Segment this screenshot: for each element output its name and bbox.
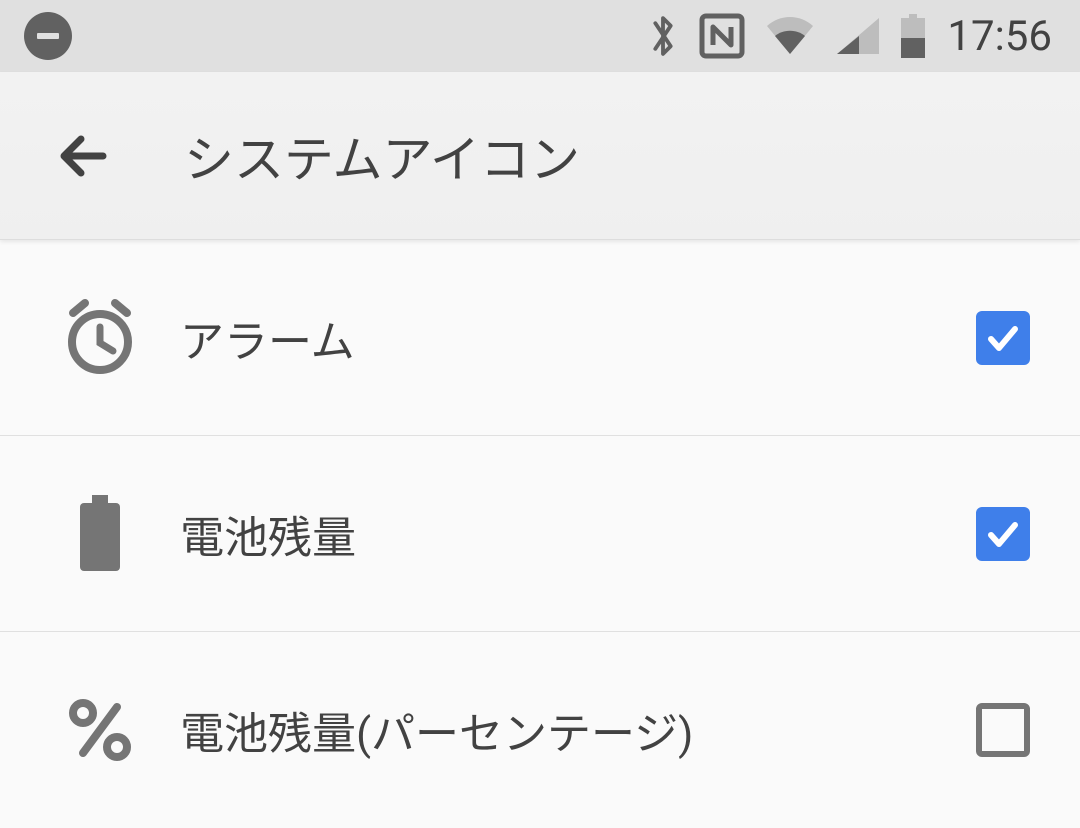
app-bar: システムアイコン (0, 72, 1080, 240)
row-label: 電池残量 (180, 502, 976, 566)
arrow-left-icon (55, 127, 113, 185)
do-not-disturb-icon (24, 12, 72, 60)
check-icon (983, 318, 1023, 358)
checkbox-battery[interactable] (976, 507, 1030, 561)
bluetooth-icon (647, 13, 679, 59)
wifi-icon (765, 16, 815, 56)
row-battery-percentage[interactable]: 電池残量(パーセンテージ) (0, 632, 1080, 828)
percent-icon (40, 695, 160, 765)
row-alarm[interactable]: アラーム (0, 240, 1080, 436)
checkbox-battery-percentage[interactable] (976, 703, 1030, 757)
battery-icon (40, 493, 160, 575)
alarm-icon (40, 297, 160, 379)
page-title: システムアイコン (184, 120, 580, 192)
status-clock: 17:56 (947, 12, 1052, 61)
nfc-icon (699, 13, 745, 59)
settings-list: アラーム 電池残量 電池残量(パーセン (0, 240, 1080, 828)
row-battery[interactable]: 電池残量 (0, 436, 1080, 632)
row-label: アラーム (180, 306, 976, 370)
checkbox-alarm[interactable] (976, 311, 1030, 365)
check-icon (983, 514, 1023, 554)
row-label: 電池残量(パーセンテージ) (180, 698, 976, 762)
battery-status-icon (899, 14, 927, 58)
back-button[interactable] (34, 106, 134, 206)
status-bar: 17:56 (0, 0, 1080, 72)
cellular-signal-icon (835, 16, 879, 56)
